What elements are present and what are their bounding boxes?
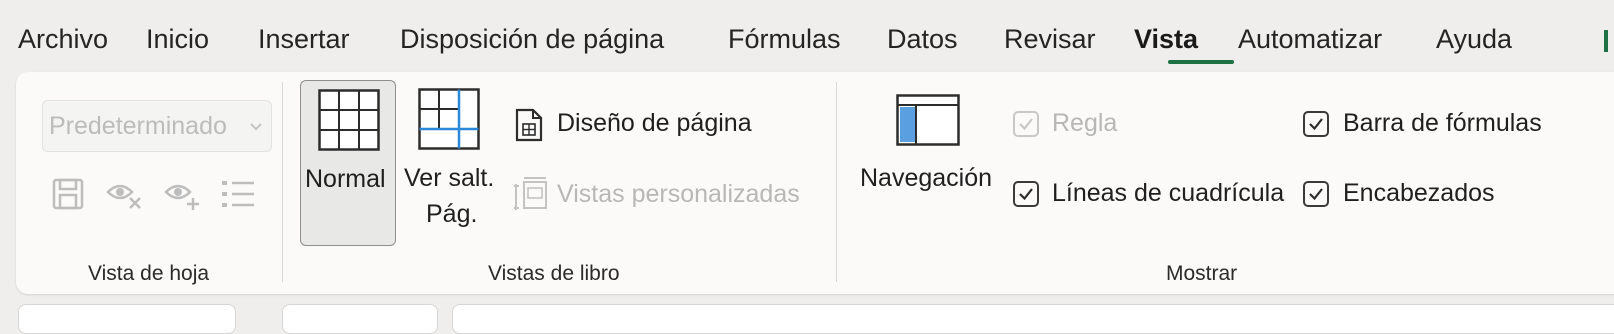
group-label-mostrar: Mostrar [1166, 262, 1238, 285]
tab-ayuda[interactable]: Ayuda [1436, 22, 1512, 56]
formula-bar-checkbox[interactable] [1303, 111, 1329, 137]
tab-datos[interactable]: Datos [887, 22, 958, 56]
custom-views-label: Vistas personalizadas [557, 180, 800, 208]
tab-vista[interactable]: Vista [1134, 22, 1198, 56]
group-separator [836, 82, 837, 282]
normal-grid-icon [318, 89, 380, 156]
navigation-pane-icon [896, 94, 960, 151]
overflow-tab-edge [1604, 30, 1608, 52]
save-icon[interactable] [52, 178, 84, 215]
ruler-label: Regla [1052, 109, 1118, 137]
formula-bar-label: Barra de fórmulas [1343, 109, 1542, 137]
tab-inicio[interactable]: Inicio [146, 22, 209, 56]
page-layout-icon [514, 108, 544, 147]
page-break-preview-button[interactable]: Ver salt. Pág. [402, 80, 498, 246]
name-box[interactable] [18, 304, 236, 334]
chevron-down-icon [249, 119, 263, 137]
headings-checkbox[interactable] [1303, 181, 1329, 207]
sheet-view-dropdown-value: Predeterminado [49, 112, 227, 140]
group-separator [282, 82, 283, 282]
formula-bar-input[interactable] [452, 304, 1614, 334]
tab-insertar[interactable]: Insertar [258, 22, 350, 56]
ruler-checkbox[interactable] [1013, 111, 1039, 137]
page-break-preview-label-line1: Ver salt. [404, 164, 495, 192]
tab-automatizar[interactable]: Automatizar [1238, 22, 1382, 56]
page-break-preview-label-line2: Pág. [426, 200, 478, 228]
new-view-eye-icon[interactable] [164, 178, 202, 215]
navigation-label: Navegación [860, 164, 993, 192]
hide-eye-icon[interactable] [106, 178, 144, 215]
page-break-preview-icon [418, 88, 480, 155]
custom-views-icon [514, 176, 548, 217]
gridlines-label: Líneas de cuadrícula [1052, 179, 1285, 207]
tab-archivo[interactable]: Archivo [18, 22, 108, 56]
headings-label: Encabezados [1343, 179, 1495, 207]
sheet-view-dropdown[interactable]: Predeterminado [42, 100, 272, 152]
ribbon-tabs: Archivo Inicio Insertar Disposición de p… [0, 0, 1614, 74]
tab-revisar[interactable]: Revisar [1004, 22, 1096, 56]
normal-view-button[interactable]: Normal [300, 80, 396, 246]
normal-view-label: Normal [305, 165, 386, 193]
formula-controls[interactable] [282, 304, 438, 334]
tab-formulas[interactable]: Fórmulas [728, 22, 841, 56]
active-tab-indicator [1168, 60, 1234, 64]
navigation-button[interactable]: Navegación [856, 84, 998, 214]
list-options-icon[interactable] [220, 178, 256, 215]
page-layout-label: Diseño de página [557, 109, 752, 137]
group-label-vista-de-hoja: Vista de hoja [88, 262, 210, 285]
group-label-vistas-de-libro: Vistas de libro [488, 262, 620, 285]
tab-disposicion-de-pagina[interactable]: Disposición de página [400, 22, 664, 56]
gridlines-checkbox[interactable] [1013, 181, 1039, 207]
